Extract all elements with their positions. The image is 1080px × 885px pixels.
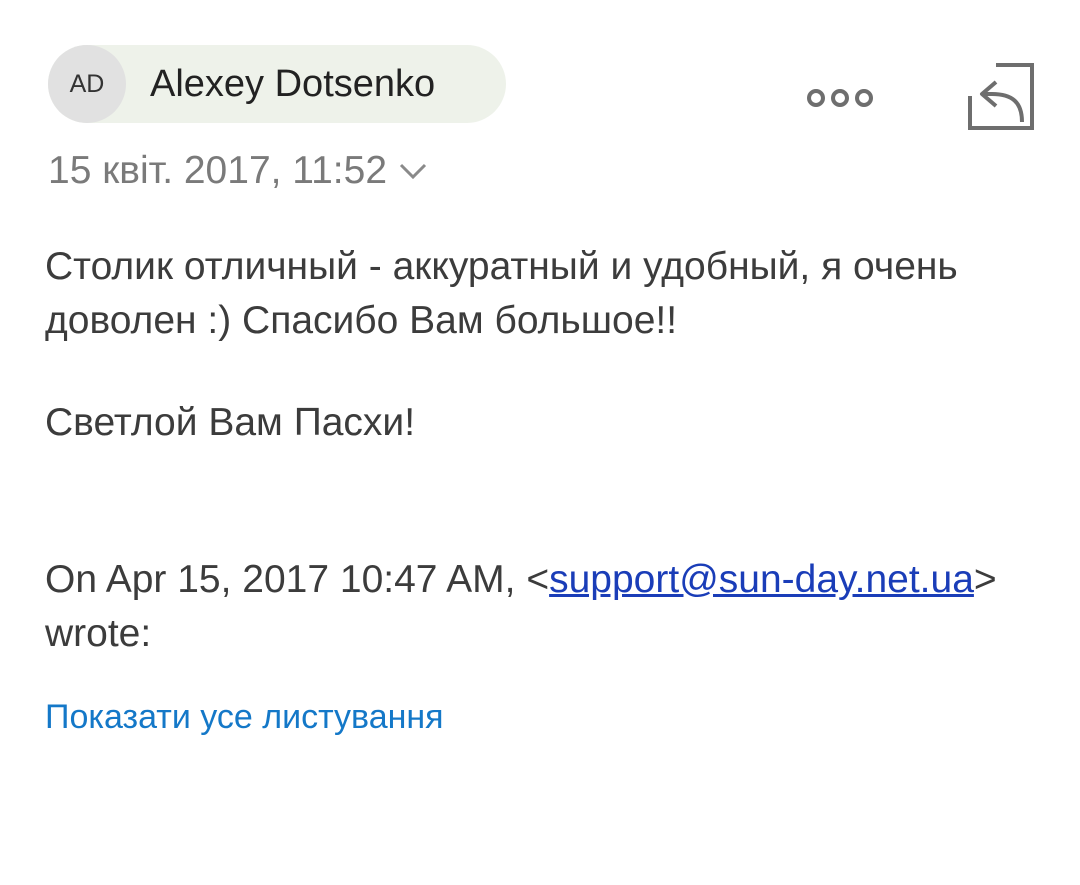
avatar: AD bbox=[48, 45, 126, 123]
message-date[interactable]: 15 квіт. 2017, 11:52 bbox=[48, 148, 427, 194]
message-paragraph: Столик отличный - аккуратный и удобный, … bbox=[45, 245, 958, 342]
more-horizontal-icon bbox=[807, 89, 873, 107]
show-thread-link[interactable]: Показати усе листування bbox=[45, 698, 444, 737]
sender-chip[interactable]: AD Alexey Dotsenko bbox=[48, 45, 506, 123]
chevron-down-icon bbox=[399, 163, 427, 180]
reply-icon bbox=[968, 63, 1034, 130]
message-greeting: Светлой Вам Пасхи! bbox=[45, 401, 416, 444]
date-text: 15 квіт. 2017, 11:52 bbox=[48, 149, 388, 192]
avatar-initials: AD bbox=[69, 69, 105, 98]
email-link[interactable]: support@sun-day.net.ua bbox=[549, 558, 974, 601]
more-options-button[interactable] bbox=[800, 78, 880, 118]
quote-header: On Apr 15, 2017 10:47 AM, <support@sun-d… bbox=[45, 553, 1035, 661]
sender-name: Alexey Dotsenko bbox=[150, 62, 436, 105]
reply-button[interactable] bbox=[966, 62, 1036, 132]
quote-prefix: On Apr 15, 2017 10:47 AM, < bbox=[45, 558, 550, 601]
message-body: Столик отличный - аккуратный и удобный, … bbox=[45, 240, 1035, 450]
